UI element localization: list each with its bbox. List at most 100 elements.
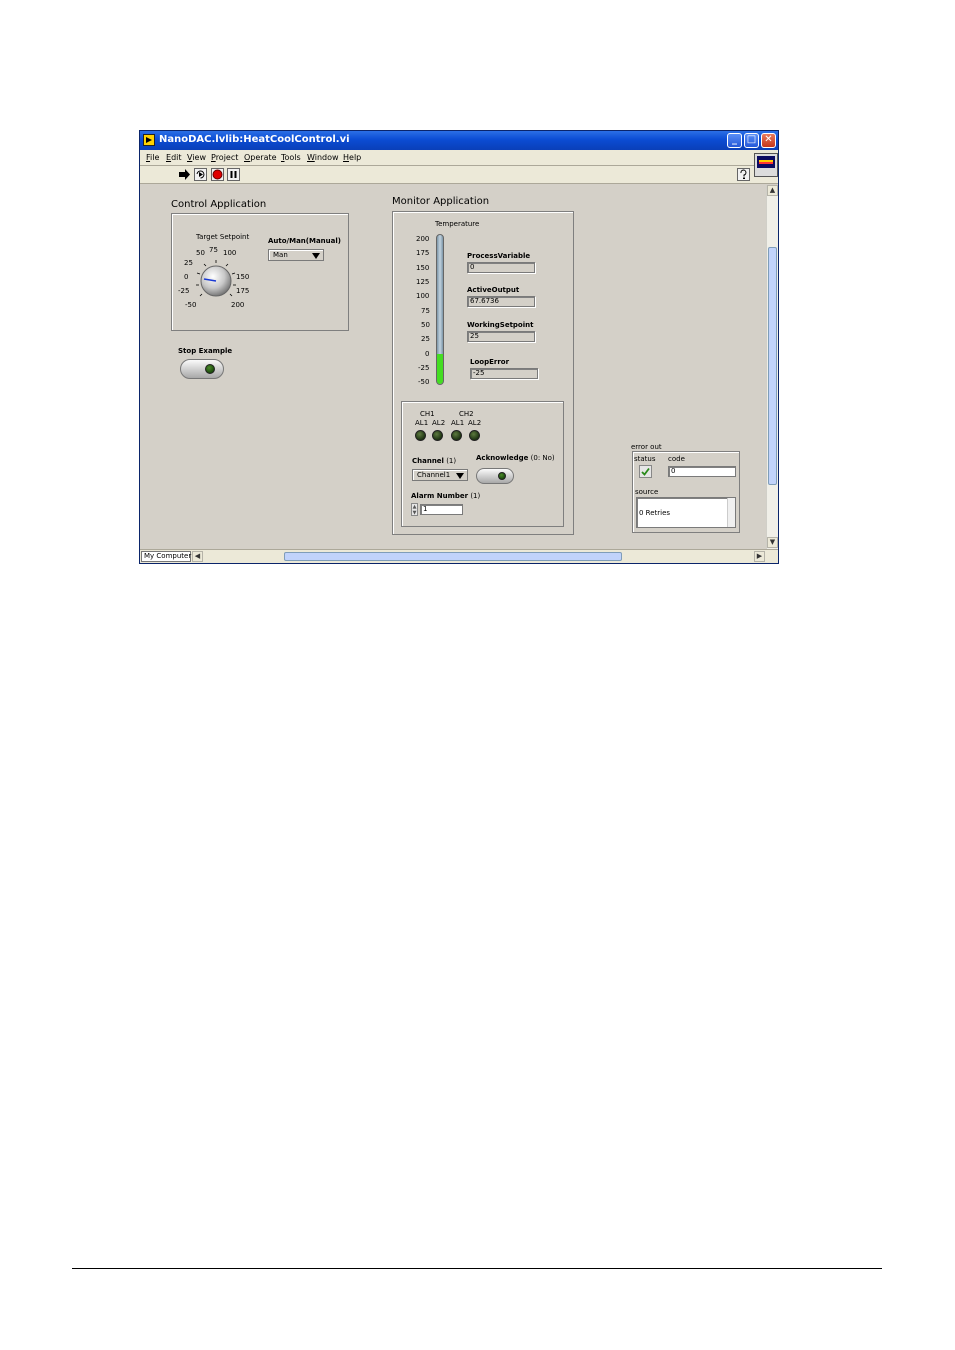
led-icon (498, 472, 506, 480)
menu-project[interactable]: Project (211, 153, 238, 162)
run-arrow-icon[interactable] (178, 168, 191, 181)
channel-value: Channel1 (417, 471, 451, 479)
working-setpoint-label: WorkingSetpoint (467, 321, 534, 329)
alarm-number-label: Alarm Number (1) (411, 492, 480, 500)
process-variable-indicator: 0 (467, 262, 535, 273)
menu-operate[interactable]: Operate (244, 153, 277, 162)
ch2-al2-led (469, 430, 480, 441)
menu-edit[interactable]: Edit (166, 153, 182, 162)
abort-execution-icon[interactable] (211, 168, 224, 181)
process-variable-label: ProcessVariable (467, 252, 531, 260)
temperature-thermometer (436, 234, 444, 385)
temp-tick-75: 75 (421, 307, 430, 315)
knob-tick-minus25: -25 (178, 287, 190, 295)
source-scrollbar[interactable] (727, 498, 735, 527)
labview-run-icon (143, 134, 155, 146)
error-source-text: 0 Retries (639, 509, 671, 517)
auto-man-ring[interactable]: Man (268, 249, 324, 261)
menu-tools[interactable]: Tools (281, 153, 301, 162)
menu-view[interactable]: View (187, 153, 206, 162)
temp-tick-125: 125 (416, 278, 430, 286)
led-icon (205, 364, 215, 374)
loop-error-indicator: -25 (470, 368, 538, 379)
status-bar: My Computer ◀ ▶ (140, 549, 778, 563)
error-code-label: code (668, 455, 685, 463)
ch1-al2-led (432, 430, 443, 441)
ch2-al1-led (451, 430, 462, 441)
ch1-al1-label: AL1 (415, 419, 429, 427)
maximize-icon[interactable]: □ (744, 133, 759, 148)
error-status-indicator (639, 465, 652, 478)
acknowledge-hint: (0: No) (530, 454, 555, 462)
active-output-indicator: 67.6736 (467, 296, 535, 307)
acknowledge-label: Acknowledge (0: No) (476, 454, 555, 462)
scroll-right-icon[interactable]: ▶ (754, 551, 765, 562)
close-icon[interactable]: ✕ (761, 133, 776, 148)
alarm-number-input[interactable]: 1 (420, 504, 463, 515)
auto-man-label: Auto/Man(Manual) (268, 237, 341, 245)
vi-front-panel-window: NanoDAC.lvlib:HeatCoolControl.vi _ □ ✕ F… (139, 130, 779, 564)
auto-man-value: Man (273, 251, 288, 259)
temperature-fill (437, 354, 443, 384)
temp-tick-175: 175 (416, 249, 430, 257)
page-footer-rule (72, 1268, 882, 1269)
stop-example-button[interactable] (180, 359, 224, 379)
error-status-label: status (634, 455, 656, 463)
alarm-number-label-text: Alarm Number (411, 492, 469, 500)
ch2-label: CH2 (459, 410, 474, 418)
toolbar (140, 166, 778, 184)
title-bar[interactable]: NanoDAC.lvlib:HeatCoolControl.vi _ □ ✕ (140, 131, 778, 150)
knob-tick-0: 0 (184, 273, 189, 281)
loop-error-label: LoopError (470, 358, 510, 366)
run-continuously-icon[interactable] (194, 168, 207, 181)
monitor-application-title: Monitor Application (392, 196, 490, 207)
chevron-down-icon (312, 253, 320, 259)
window-title: NanoDAC.lvlib:HeatCoolControl.vi (159, 134, 350, 145)
error-source-label: source (635, 488, 659, 496)
temp-tick-150: 150 (416, 264, 430, 272)
vi-icon (754, 153, 778, 177)
vertical-scrollbar[interactable]: ▲ ▼ (766, 185, 778, 549)
vertical-scroll-thumb[interactable] (768, 247, 777, 485)
acknowledge-label-text: Acknowledge (476, 454, 529, 462)
scroll-up-icon[interactable]: ▲ (767, 185, 778, 196)
channel-label-text: Channel (412, 457, 444, 465)
knob-tick-50: 50 (196, 249, 205, 257)
channel-ring[interactable]: Channel1 (412, 469, 468, 481)
knob-tick-100: 100 (223, 249, 237, 257)
control-application-title: Control Application (171, 199, 267, 210)
menu-window[interactable]: Window (307, 153, 339, 162)
chevron-down-icon (456, 473, 464, 479)
ch2-al2-label: AL2 (468, 419, 482, 427)
minimize-icon[interactable]: _ (727, 133, 742, 148)
target-label[interactable]: My Computer (141, 551, 191, 562)
channel-label: Channel (1) (412, 457, 456, 465)
scroll-down-icon[interactable]: ▼ (767, 537, 778, 548)
temp-tick-25: 25 (421, 335, 430, 343)
ch1-al1-led (415, 430, 426, 441)
menu-help[interactable]: Help (343, 153, 361, 162)
pause-icon[interactable] (227, 168, 240, 181)
working-setpoint-indicator: 25 (467, 331, 535, 342)
channel-count: (1) (446, 457, 457, 465)
context-help-icon[interactable] (737, 168, 750, 181)
horizontal-scroll-thumb[interactable] (284, 552, 622, 561)
alarm-number-spinner[interactable]: ▲ ▼ (411, 503, 418, 516)
active-output-label: ActiveOutput (467, 286, 520, 294)
scroll-left-icon[interactable]: ◀ (192, 551, 203, 562)
acknowledge-button[interactable] (476, 468, 514, 484)
ch2-al1-label: AL1 (451, 419, 465, 427)
temp-tick-minus50: -50 (418, 378, 430, 386)
menu-file[interactable]: File (146, 153, 159, 162)
error-out-label: error out (631, 443, 662, 451)
knob-tick-75: 75 (209, 246, 218, 254)
temperature-label: Temperature (435, 220, 480, 228)
front-panel: Control Application Target Setpoint 50 7… (140, 185, 766, 549)
temp-tick-200: 200 (416, 235, 430, 243)
checkmark-icon (641, 467, 650, 476)
temp-tick-100: 100 (416, 292, 430, 300)
error-code-indicator: 0 (668, 466, 736, 477)
temp-tick-50: 50 (421, 321, 430, 329)
target-setpoint-knob[interactable] (192, 257, 240, 305)
temp-tick-0: 0 (425, 350, 430, 358)
